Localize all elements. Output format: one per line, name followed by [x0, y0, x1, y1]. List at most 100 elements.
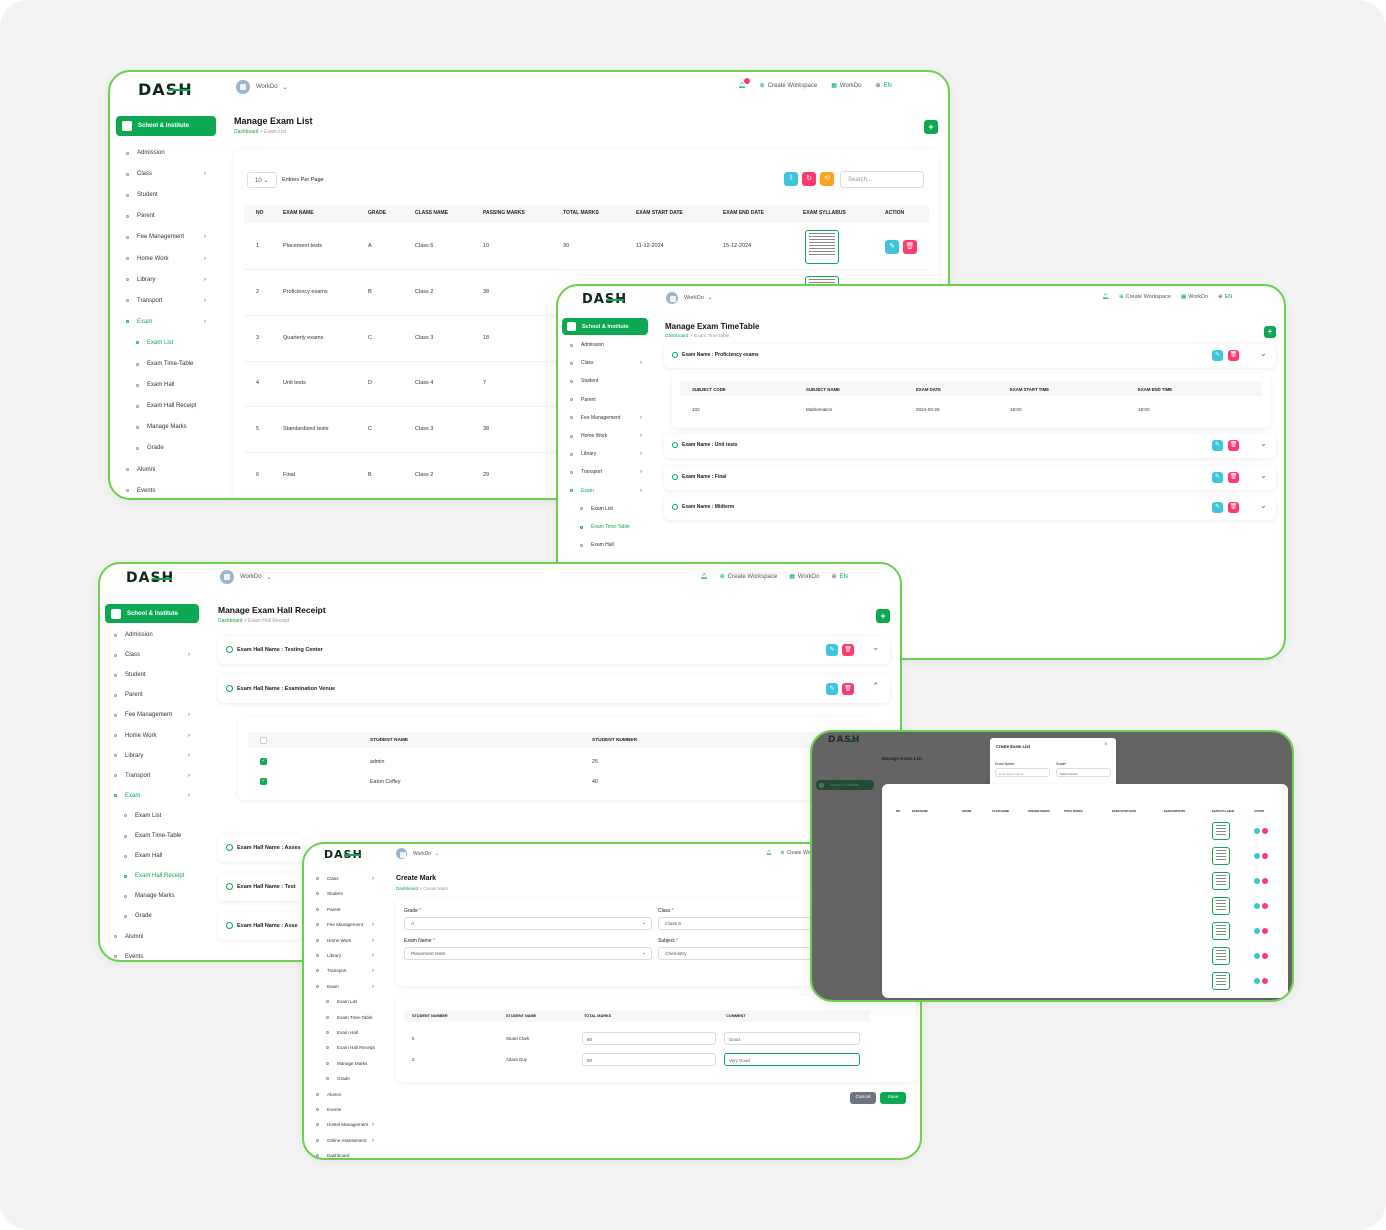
breadcrumb-root[interactable]: Dashboard: [665, 334, 688, 339]
chevron-up-icon[interactable]: ⌃: [872, 681, 880, 692]
workspace-menu[interactable]: WorkDo: [1188, 294, 1208, 300]
language-selector[interactable]: EN: [1225, 294, 1233, 300]
reset-button[interactable]: ⟲: [820, 172, 834, 186]
sidebar-item-class[interactable]: Class ›: [570, 360, 642, 366]
sidebar-item-alumni[interactable]: Alumni: [114, 934, 143, 940]
trash-icon[interactable]: 🗑︎: [842, 683, 854, 695]
pencil-icon[interactable]: ✎: [826, 683, 838, 695]
sidebar-item-events[interactable]: Events: [126, 488, 155, 494]
hall-accordion[interactable]: Exam Hall Name : Testing Center ✎ 🗑︎ ⌄: [218, 636, 890, 664]
sidebar-item-exam-list[interactable]: Exam List: [136, 340, 173, 346]
trash-icon[interactable]: 🗑︎: [842, 644, 854, 656]
sidebar-item-exam-time-table[interactable]: Exam Time-Table: [124, 833, 181, 839]
column-header[interactable]: SUBJECT CODE: [692, 387, 726, 392]
sidebar-item-class[interactable]: Class ›: [316, 876, 374, 882]
sidebar-item-student[interactable]: Student: [570, 378, 598, 384]
column-header[interactable]: EXAM END TIME: [1138, 387, 1172, 392]
sidebar-item-parent[interactable]: Parent: [114, 692, 143, 698]
column-header[interactable]: EXAM START DATE: [636, 210, 683, 216]
grade-select[interactable]: A ⌄: [404, 917, 652, 930]
sidebar-item-parent[interactable]: Parent: [126, 213, 155, 219]
sidebar-item-student[interactable]: Student: [114, 672, 146, 678]
sidebar-item-exam-time-table[interactable]: Exam Time-Table: [580, 524, 630, 530]
language-selector[interactable]: EN: [884, 83, 892, 89]
exam-accordion[interactable]: Exam Name : Midterm ✎ 🗑︎ ⌄: [664, 496, 1276, 520]
sidebar-item-admission[interactable]: Admission: [570, 342, 604, 348]
pencil-icon[interactable]: ✎: [885, 240, 899, 254]
trash-icon[interactable]: 🗑︎: [1228, 502, 1239, 513]
bell-icon[interactable]: 🔔︎: [1102, 294, 1109, 300]
workspace-selector[interactable]: WorkDo ⌄: [236, 80, 288, 94]
sidebar-item-exam-list[interactable]: Exam List: [124, 813, 161, 819]
comment-input[interactable]: Good: [724, 1032, 860, 1045]
syllabus-thumbnail[interactable]: [805, 230, 839, 264]
total-marks-input[interactable]: 60: [582, 1032, 716, 1045]
sidebar-item-transport[interactable]: Transport ›: [570, 469, 642, 475]
exam-accordion[interactable]: Exam Name : Proficiency exams ✎ 🗑︎ ⌄: [664, 344, 1276, 368]
trash-icon[interactable]: 🗑︎: [1228, 472, 1239, 483]
sidebar-item-exam[interactable]: Exam ›: [126, 319, 206, 325]
sidebar-item-exam-hall-receipt[interactable]: Exam Hall Receipt: [124, 873, 184, 879]
refresh-button[interactable]: ↻: [802, 172, 816, 186]
chevron-down-icon[interactable]: ⌄: [1260, 501, 1267, 510]
sidebar-item-class[interactable]: Class ›: [126, 171, 206, 177]
pencil-icon[interactable]: ✎: [1212, 472, 1223, 483]
column-header[interactable]: NO: [256, 210, 264, 216]
sidebar-item-online-assessment[interactable]: Online Assessment ›: [316, 1138, 374, 1144]
comment-input[interactable]: Very Good: [724, 1053, 860, 1066]
column-header[interactable]: ACTION: [885, 210, 904, 216]
pencil-icon[interactable]: ✎: [1212, 440, 1223, 451]
row-checkbox[interactable]: ✓: [260, 778, 267, 785]
row-checkbox[interactable]: ✓: [260, 758, 267, 765]
column-header[interactable]: EXAM NAME: [283, 210, 314, 216]
exam-accordion[interactable]: Exam Name : Final ✎ 🗑︎ ⌄: [664, 466, 1276, 490]
select-all-checkbox[interactable]: [260, 737, 267, 744]
workspace-menu[interactable]: WorkDo: [798, 574, 820, 580]
breadcrumb-root[interactable]: Dashboard: [234, 129, 258, 135]
breadcrumb-root[interactable]: Dashboard: [218, 618, 242, 624]
sidebar-item-dashboard[interactable]: Dashboard: [316, 1153, 349, 1158]
sidebar-item-student[interactable]: Student: [316, 891, 343, 896]
chevron-down-icon[interactable]: ⌄: [1260, 471, 1267, 480]
workspace-selector[interactable]: WorkDo ⌄: [666, 292, 712, 304]
pencil-icon[interactable]: ✎: [826, 644, 838, 656]
sidebar-item-exam-list[interactable]: Exam List: [580, 506, 613, 512]
school-institute-menu[interactable]: School & Institute: [562, 318, 648, 335]
column-header[interactable]: EXAM END DATE: [723, 210, 764, 216]
sidebar-item-exam-hall-receipt[interactable]: Exam Hall Receipt: [136, 403, 196, 409]
language-selector[interactable]: EN: [840, 574, 848, 580]
exam-name-select[interactable]: Placement tests ⌄: [404, 947, 652, 960]
column-header[interactable]: STUDENT NAME: [506, 1014, 536, 1018]
exam-accordion[interactable]: Exam Name : Unit tests ✎ 🗑︎ ⌄: [664, 434, 1276, 458]
column-header[interactable]: SUBJECT NAME: [806, 387, 840, 392]
save-button[interactable]: Save: [880, 1092, 906, 1104]
column-header[interactable]: CLASS NAME: [415, 210, 448, 216]
search-input[interactable]: Search...: [840, 171, 924, 188]
pencil-icon[interactable]: ✎: [1212, 350, 1223, 361]
workspace-menu[interactable]: WorkDo: [840, 83, 862, 89]
hall-accordion[interactable]: Exam Hall Name : Examination Venue ✎ 🗑︎ ⌃: [218, 675, 890, 703]
column-header[interactable]: COMMENT: [726, 1014, 746, 1018]
sidebar-item-manage-marks[interactable]: Manage Marks: [136, 424, 187, 430]
sidebar-item-events[interactable]: Events: [316, 1107, 341, 1112]
add-timetable-button[interactable]: +: [1264, 326, 1276, 338]
sidebar-item-exam-hall[interactable]: Exam Hall: [580, 542, 614, 548]
bell-icon[interactable]: 🔔︎: [700, 573, 708, 580]
sidebar-item-student[interactable]: Student: [126, 192, 158, 198]
chevron-down-icon[interactable]: ⌄: [872, 642, 880, 653]
breadcrumb-root[interactable]: Dashboard: [396, 886, 418, 891]
sidebar-item-grade[interactable]: Grade: [326, 1076, 350, 1081]
workspace-selector[interactable]: WorkDo ⌄: [220, 570, 272, 584]
workspace-selector[interactable]: WorkDo ⌄: [396, 848, 439, 859]
sidebar-item-parent[interactable]: Parent: [570, 397, 596, 403]
close-icon[interactable]: ×: [1104, 742, 1108, 748]
sidebar-item-alumni[interactable]: Alumni: [316, 1092, 341, 1097]
sidebar-item-home-work[interactable]: Home Work ›: [316, 938, 374, 944]
sidebar-item-exam-list[interactable]: Exam List: [326, 999, 357, 1004]
hall-accordion[interactable]: Exam Hall Name : Asse: [218, 912, 302, 940]
column-header[interactable]: STUDENT NUMBER: [592, 738, 637, 743]
sidebar-item-exam[interactable]: Exam ›: [114, 793, 190, 799]
column-header[interactable]: TOTAL MARKS: [584, 1014, 611, 1018]
trash-icon[interactable]: 🗑︎: [1228, 440, 1239, 451]
sidebar-item-exam-hall-receipt[interactable]: Exam Hall Receipt: [326, 1045, 375, 1050]
